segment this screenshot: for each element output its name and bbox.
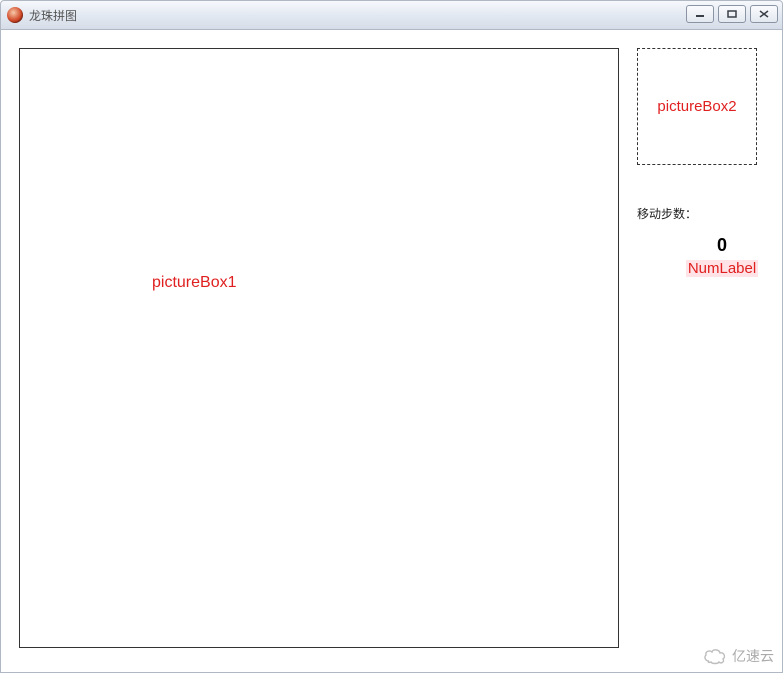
minimize-button[interactable] [686, 5, 714, 23]
picturebox-preview-label: pictureBox2 [657, 98, 736, 115]
client-area: pictureBox1 pictureBox2 移动步数： 0 NumLabel… [0, 30, 783, 673]
app-icon [7, 7, 23, 23]
num-label-text: NumLabel [686, 260, 758, 277]
maximize-icon [727, 10, 737, 18]
minimize-icon [695, 10, 705, 18]
window-controls [686, 5, 778, 23]
watermark-text: 亿速云 [732, 646, 774, 666]
picturebox-main-label: pictureBox1 [152, 274, 237, 292]
close-button[interactable] [750, 5, 778, 23]
picturebox-preview[interactable]: pictureBox2 [637, 48, 757, 165]
num-label: NumLabel [637, 260, 783, 277]
watermark: 亿速云 [702, 646, 774, 666]
app-window: 龙珠拼图 pictureBox1 [0, 0, 783, 673]
moves-label: 移动步数： [637, 205, 697, 222]
picturebox-main[interactable]: pictureBox1 [19, 48, 619, 648]
titlebar: 龙珠拼图 [0, 0, 783, 30]
moves-value: 0 [637, 235, 783, 256]
close-icon [759, 10, 769, 18]
maximize-button[interactable] [718, 5, 746, 23]
cloud-icon [702, 647, 728, 665]
window-title: 龙珠拼图 [29, 7, 77, 24]
